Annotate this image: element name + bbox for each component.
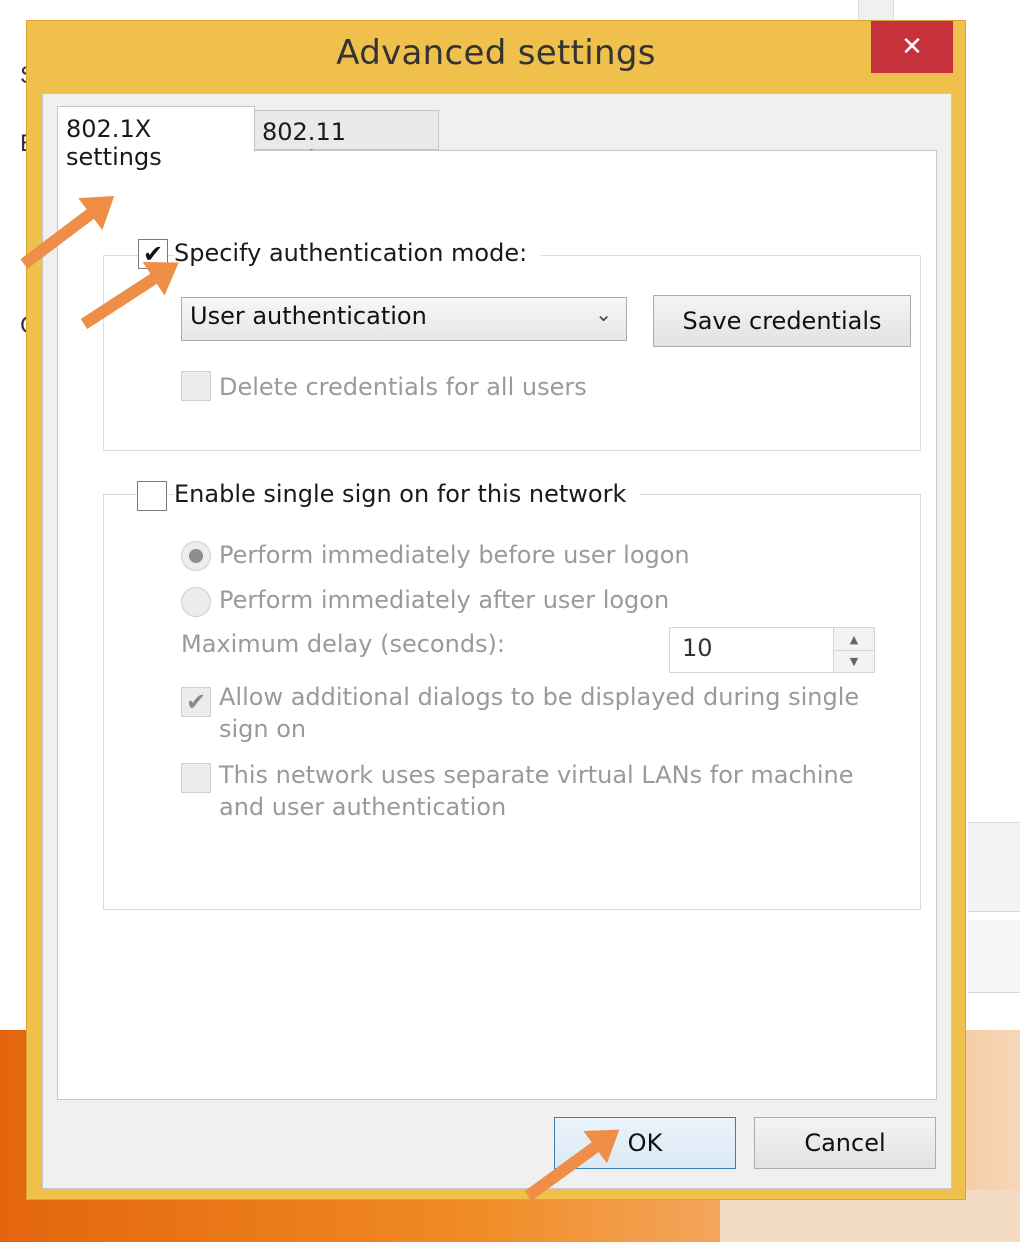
max-delay-spinbox[interactable]: 10 ▲ ▼ <box>669 627 875 673</box>
enable-sso-label: Enable single sign on for this network <box>174 480 641 508</box>
spin-down-button[interactable]: ▼ <box>834 650 874 672</box>
tab-80211-settings[interactable]: 802.11 settings <box>253 110 439 174</box>
arrow-down-icon: ▼ <box>849 654 859 668</box>
arrow-up-icon: ▲ <box>849 632 859 646</box>
radio-selected-dot <box>189 549 203 563</box>
perform-after-logon-radio[interactable] <box>181 587 211 617</box>
background-panel <box>968 822 1020 912</box>
perform-after-logon-label: Perform immediately after user logon <box>219 586 670 614</box>
perform-before-logon-radio[interactable] <box>181 541 211 571</box>
specify-auth-mode-label: Specify authentication mode: <box>174 239 542 267</box>
close-button[interactable]: ✕ <box>871 21 953 73</box>
auth-mode-dropdown[interactable]: User authentication ⌄ <box>181 297 627 341</box>
allow-dialogs-checkbox[interactable]: ✔ <box>181 687 211 717</box>
authentication-group <box>103 255 921 451</box>
allow-dialogs-label-line2: sign on <box>219 715 307 743</box>
background-scrollbar <box>858 0 894 22</box>
dialog-title: Advanced settings <box>336 33 656 73</box>
checkmark-icon: ✔ <box>185 688 207 716</box>
save-credentials-button[interactable]: Save credentials <box>653 295 911 347</box>
perform-before-logon-label: Perform immediately before user logon <box>219 541 690 569</box>
close-icon: ✕ <box>901 32 923 62</box>
separate-vlans-label-line2: and user authentication <box>219 793 507 821</box>
auth-mode-value: User authentication <box>190 302 427 330</box>
cancel-button[interactable]: Cancel <box>754 1117 936 1169</box>
delete-credentials-checkbox[interactable] <box>181 371 211 401</box>
tab-panel: ✔ Specify authentication mode: User auth… <box>57 150 937 1100</box>
separate-vlans-checkbox[interactable] <box>181 763 211 793</box>
allow-dialogs-label-line1: Allow additional dialogs to be displayed… <box>219 683 860 711</box>
tab-8021x-settings[interactable]: 802.1X settings <box>57 106 255 171</box>
advanced-settings-dialog: Advanced settings ✕ 802.1X settings 802.… <box>26 20 966 1200</box>
delete-credentials-label: Delete credentials for all users <box>219 373 587 401</box>
chevron-down-icon: ⌄ <box>595 302 612 326</box>
spin-up-button[interactable]: ▲ <box>834 628 874 651</box>
spin-arrows: ▲ ▼ <box>833 628 874 672</box>
enable-sso-checkbox[interactable] <box>137 481 167 511</box>
max-delay-label: Maximum delay (seconds): <box>181 630 505 658</box>
separate-vlans-label-line1: This network uses separate virtual LANs … <box>219 761 854 789</box>
max-delay-value: 10 <box>682 634 713 662</box>
dialog-client-area: 802.1X settings 802.11 settings ✔ Specif… <box>42 93 952 1189</box>
background-panel <box>968 920 1020 993</box>
